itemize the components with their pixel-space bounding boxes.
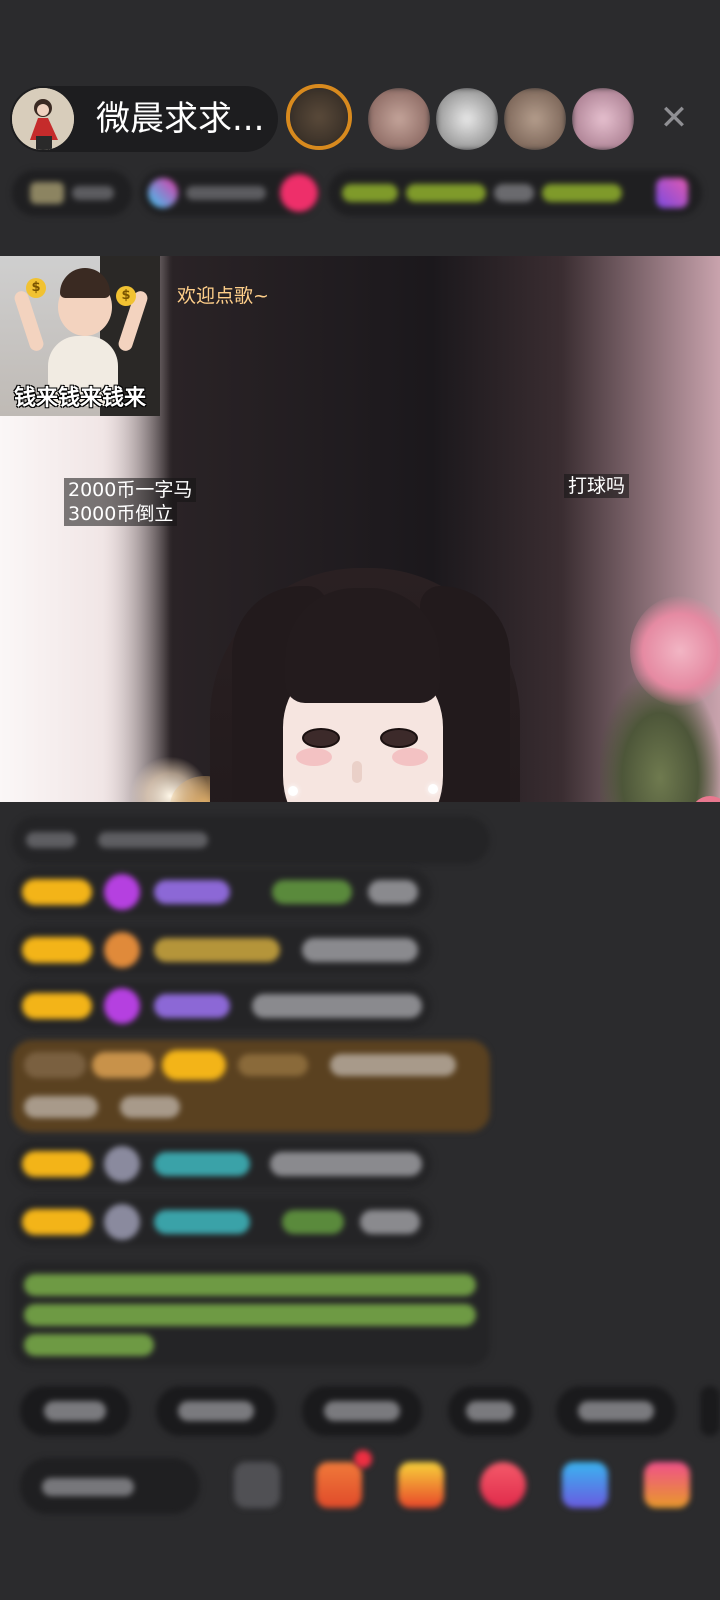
level-badge	[22, 937, 92, 963]
task-icon[interactable]	[316, 1462, 362, 1508]
gift-box-icon[interactable]	[644, 1462, 690, 1508]
quick-reply-chip[interactable]	[556, 1386, 676, 1436]
streamer-eye	[380, 728, 418, 748]
chat-system-message	[12, 816, 490, 864]
notification-dot	[354, 1450, 372, 1468]
fan-badge-icon	[104, 932, 140, 968]
chat-username[interactable]	[154, 1210, 250, 1234]
money-bag-icon: $	[26, 278, 46, 298]
live-video[interactable]: $ $ 钱来钱来钱来	[0, 256, 720, 802]
host-info-pill[interactable]: 微晨求求...	[10, 86, 278, 152]
chat-text	[302, 938, 418, 962]
user-avatar	[104, 1146, 140, 1182]
quick-reply-chip[interactable]	[302, 1386, 422, 1436]
gift-icon[interactable]	[480, 1462, 526, 1508]
comment-input[interactable]	[20, 1458, 200, 1514]
chat-username[interactable]	[154, 1152, 250, 1176]
chat-username[interactable]	[154, 938, 280, 962]
quick-reply-chip[interactable]	[20, 1386, 130, 1436]
viewer-avatar[interactable]	[504, 88, 566, 150]
chat-mention	[282, 1210, 344, 1234]
chat-mention	[272, 880, 352, 904]
streamer-blush	[392, 748, 428, 766]
chat-message[interactable]	[12, 982, 432, 1030]
quick-reply-chip[interactable]	[156, 1386, 276, 1436]
streamer-nose	[352, 761, 362, 783]
treasure-icon[interactable]	[398, 1462, 444, 1508]
viewer-avatar[interactable]	[572, 88, 634, 150]
level-badge	[22, 1151, 92, 1177]
top-viewer-avatar[interactable]	[286, 84, 352, 150]
quick-reply-chip[interactable]	[700, 1386, 720, 1436]
streamer-eye	[302, 728, 340, 748]
live-info-row[interactable]	[12, 170, 702, 216]
streamer-blush	[296, 748, 332, 766]
welcome-text: 欢迎点歌~	[177, 285, 269, 307]
streamer-bangs	[285, 588, 440, 703]
gift-message[interactable]	[12, 1040, 490, 1132]
level-badge	[22, 879, 92, 905]
meme-overlay: $ $ 钱来钱来钱来	[0, 256, 160, 416]
ball-text: 打球吗	[564, 474, 630, 498]
price-text-line-1: 2000币一字马	[64, 478, 197, 502]
price-text-line-2: 3000币倒立	[64, 502, 178, 526]
viewer-avatar[interactable]	[368, 88, 430, 150]
chat-message[interactable]	[12, 1140, 432, 1188]
meme-arm	[12, 289, 46, 353]
user-avatar	[104, 1204, 140, 1240]
meme-caption: 钱来钱来钱来	[13, 386, 146, 411]
level-badge	[22, 993, 92, 1019]
viewer-avatar[interactable]	[436, 88, 498, 150]
chat-message[interactable]	[12, 926, 432, 974]
diamond-badge-icon	[104, 874, 140, 910]
quick-reply-chip[interactable]	[448, 1386, 532, 1436]
chat-username[interactable]	[154, 994, 230, 1018]
chat-text	[360, 1210, 420, 1234]
host-avatar[interactable]	[12, 88, 74, 150]
earring	[428, 784, 438, 794]
chat-message[interactable]	[12, 868, 432, 916]
host-name[interactable]: 微晨求求...	[96, 98, 264, 140]
level-badge	[22, 1209, 92, 1235]
chat-message[interactable]	[12, 1198, 432, 1246]
share-icon[interactable]	[562, 1462, 608, 1508]
chat-text	[368, 880, 418, 904]
chat-text	[252, 994, 422, 1018]
close-icon[interactable]: ✕	[656, 100, 692, 136]
room-notice	[12, 1262, 490, 1366]
money-bag-icon: $	[116, 286, 136, 306]
background-flowers	[630, 596, 720, 706]
earring	[288, 786, 298, 796]
diamond-badge-icon	[104, 988, 140, 1024]
chat-username[interactable]	[154, 880, 230, 904]
chat-text	[270, 1152, 422, 1176]
more-icon[interactable]	[234, 1462, 280, 1508]
